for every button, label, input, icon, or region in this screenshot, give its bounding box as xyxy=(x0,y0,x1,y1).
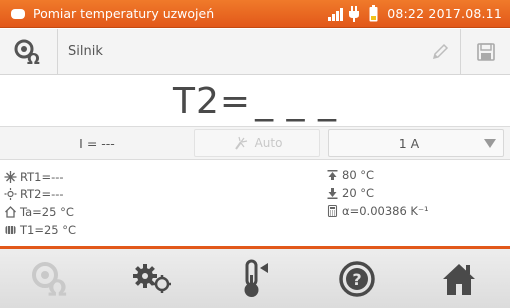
object-name: Silnik xyxy=(68,44,103,59)
motor-icon xyxy=(5,226,16,234)
rt1-value: RT1=--- xyxy=(20,170,64,184)
rt1-row: RT1=--- xyxy=(4,170,64,184)
svg-text:Ω: Ω xyxy=(27,50,40,65)
app-icon xyxy=(11,8,25,19)
save-icon xyxy=(476,42,495,61)
object-header: Ω Silnik xyxy=(0,28,510,75)
home-button[interactable] xyxy=(408,249,510,308)
range-value: 1 A xyxy=(398,135,420,151)
measurement-value: _ _ _ xyxy=(255,80,337,122)
battery-icon xyxy=(369,5,378,22)
window-title: Pomiar temperatury uzwojeń xyxy=(33,6,215,21)
t1-value: T1=25 °C xyxy=(20,223,77,237)
rt2-value: RT2=--- xyxy=(20,187,64,201)
temperature-button[interactable] xyxy=(204,249,306,308)
house-icon xyxy=(5,206,16,218)
temperature-down-icon xyxy=(327,188,338,199)
settings-button[interactable] xyxy=(102,249,204,308)
help-icon: ? xyxy=(339,260,375,297)
temp-high-value: 80 °C xyxy=(342,168,375,182)
ta-row: Ta=25 °C xyxy=(4,205,74,219)
plug-icon xyxy=(349,5,360,22)
home-icon xyxy=(443,263,475,295)
calculator-icon xyxy=(327,205,338,217)
rt2-row: RT2=--- xyxy=(4,187,64,201)
signal-icon xyxy=(328,7,344,21)
temp-low-value: 20 °C xyxy=(342,186,375,200)
thermometer-icon xyxy=(244,259,268,297)
info-panel: RT1=--- RT2=--- Ta=25 °C T1=25 °C 80 °C xyxy=(0,166,510,244)
temp-high-row: 80 °C xyxy=(326,168,374,182)
temp-low-row: 20 °C xyxy=(326,186,374,200)
auto-label: Auto xyxy=(254,136,283,150)
probe-icon: Ω xyxy=(14,39,40,65)
probe-button[interactable]: Ω xyxy=(0,249,102,308)
snowflake-icon xyxy=(4,171,17,183)
status-bar: Pomiar temperatury uzwojeń 08:22 2017.08… xyxy=(0,0,510,28)
ta-value: Ta=25 °C xyxy=(20,205,74,219)
current-readout: I = --- xyxy=(79,135,115,151)
temperature-up-icon xyxy=(327,170,338,180)
probe-button[interactable]: Ω xyxy=(0,28,58,75)
measurement-label: T2= xyxy=(173,80,252,122)
save-button[interactable] xyxy=(460,28,510,75)
measurement-display: T2= _ _ _ xyxy=(0,76,510,126)
sun-icon xyxy=(4,188,17,200)
probe-icon: Ω xyxy=(32,261,67,297)
auto-icon xyxy=(234,136,247,150)
t1-row: T1=25 °C xyxy=(4,223,76,237)
auto-button[interactable]: Auto xyxy=(194,129,320,157)
bottom-toolbar: Ω ? xyxy=(0,249,510,308)
alpha-row: α=0.00386 K⁻¹ xyxy=(326,204,429,218)
svg-text:Ω: Ω xyxy=(48,277,67,297)
help-button[interactable]: ? xyxy=(306,249,408,308)
controls-row: I = --- Auto 1 A xyxy=(0,126,510,160)
svg-text:?: ? xyxy=(352,270,361,289)
range-select[interactable]: 1 A xyxy=(328,129,504,157)
chevron-down-icon xyxy=(477,138,503,148)
gears-icon xyxy=(133,263,171,293)
clock: 08:22 2017.08.11 xyxy=(387,6,502,21)
edit-button[interactable] xyxy=(420,29,460,75)
alpha-value: α=0.00386 K⁻¹ xyxy=(342,204,429,218)
pencil-icon xyxy=(432,43,449,59)
